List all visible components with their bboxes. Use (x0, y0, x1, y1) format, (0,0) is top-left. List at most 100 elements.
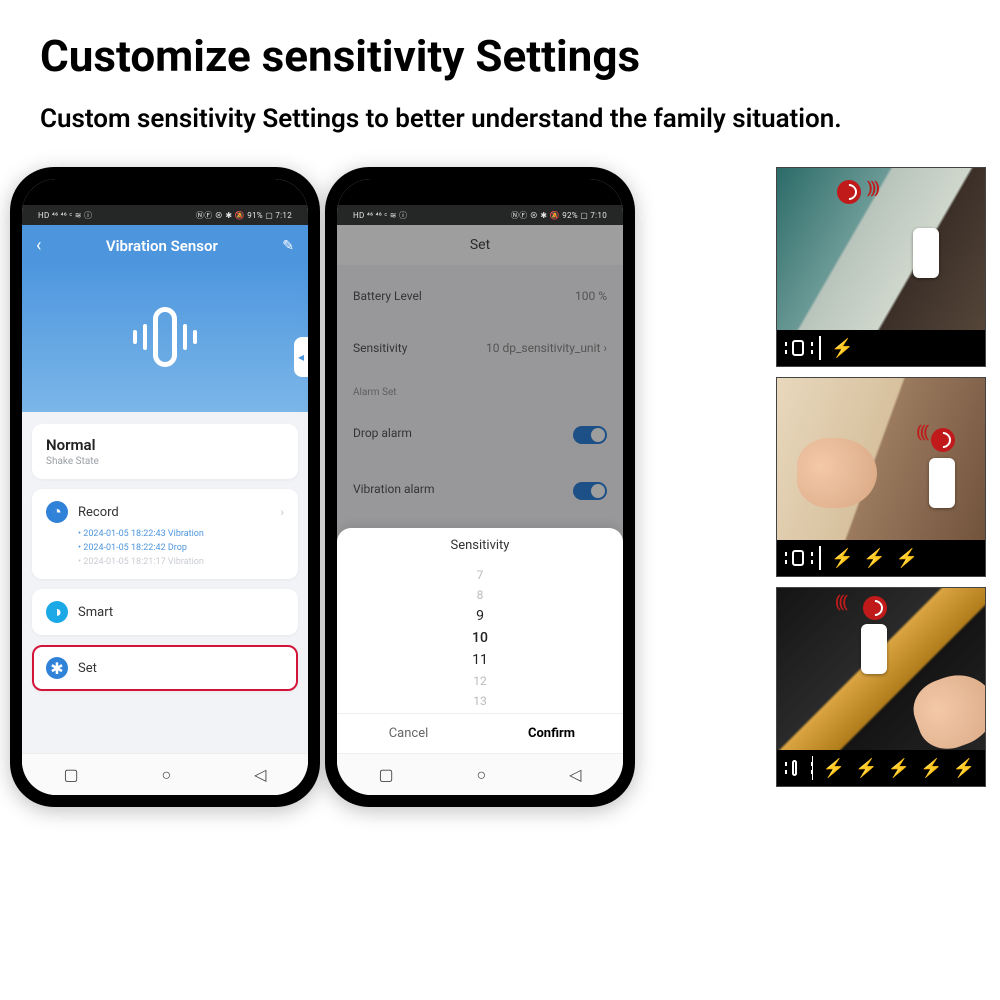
edit-icon[interactable]: ✎ (282, 238, 294, 254)
record-card[interactable]: ◔ Record › 2024-01-05 18:22:43 Vibration… (32, 489, 298, 579)
nav-home-icon[interactable]: ○ (477, 765, 487, 785)
pull-tab[interactable]: ◂ (294, 337, 308, 377)
nav-back-icon[interactable]: ◁ (254, 765, 266, 784)
gear-icon: ✱ (46, 657, 68, 679)
status-left: HD ⁴⁶ ⁴⁶ ᶜ ≋ ⓘ (353, 210, 407, 221)
header-title: Vibration Sensor (106, 237, 218, 255)
hand (797, 438, 877, 508)
sensitivity-picker: Sensitivity 7 8 9 10 11 12 13 Cancel Con… (337, 528, 623, 753)
picker-wheel[interactable]: 7 8 9 10 11 12 13 (337, 563, 623, 713)
signal-waves-icon: ((( (916, 422, 927, 441)
body-area: Normal Shake State ◔ Record › 2024-01-05… (22, 412, 308, 753)
status-bar: HD ⁴⁶ ⁴⁶ ᶜ ≋ ⓘ ⓃⒻ ⊗ ✱ 🔕 92% ▢ 7:10 (337, 205, 623, 225)
battery-label: Battery Level (353, 289, 422, 303)
android-navbar: ▢ ○ ◁ (22, 753, 308, 795)
intensity-strip: ⚡ (777, 330, 985, 366)
sensitivity-row[interactable]: Sensitivity 10 dp_sensitivity_unit › (337, 327, 623, 369)
nav-home-icon[interactable]: ○ (162, 765, 172, 785)
status-bar: HD ⁴⁶ ⁴⁶ ᶜ ≋ ⓘ ⓃⒻ ⊗ ✱ 🔕 91% ▢ 7:12 (22, 205, 308, 225)
vibration-hero-icon (133, 307, 197, 367)
vibrate-icon (787, 337, 809, 359)
set-label: Set (78, 661, 97, 676)
record-label: Record (78, 505, 119, 520)
sensor-device (913, 228, 939, 278)
vibration-alarm-toggle[interactable] (573, 482, 607, 500)
bolt-icon: ⚡ (896, 548, 918, 569)
state-title: Normal (46, 436, 284, 454)
battery-value: 100 % (575, 289, 607, 303)
drop-alarm-label: Drop alarm (353, 426, 412, 444)
bolt-icon: ⚡ (863, 548, 885, 569)
picker-option[interactable]: 7 (477, 568, 484, 582)
picker-option[interactable]: 11 (472, 652, 488, 668)
set-card-highlighted[interactable]: ✱ Set (32, 645, 298, 691)
notch (337, 179, 623, 205)
bolt-icon: ⚡ (823, 758, 845, 779)
back-icon[interactable]: ‹ (36, 235, 41, 256)
phone-2-screen: HD ⁴⁶ ⁴⁶ ᶜ ≋ ⓘ ⓃⒻ ⊗ ✱ 🔕 92% ▢ 7:10 Set B… (337, 179, 623, 795)
sensor-device (929, 458, 955, 508)
zigbee-icon (837, 180, 861, 204)
intensity-strip: ⚡ ⚡ ⚡ (777, 540, 985, 576)
status-right: ⓃⒻ ⊗ ✱ 🔕 91% ▢ 7:12 (196, 210, 292, 221)
status-right: ⓃⒻ ⊗ ✱ 🔕 92% ▢ 7:10 (511, 210, 607, 221)
notch (22, 179, 308, 205)
bolt-icon: ⚡ (831, 338, 853, 359)
thumb-safe: ((( ⚡ ⚡ ⚡ ⚡ ⚡ (776, 587, 986, 787)
picker-option-selected[interactable]: 10 (472, 630, 488, 646)
headline: Customize sensitivity Settings (0, 0, 1000, 92)
bolt-icon: ⚡ (920, 758, 942, 779)
bolt-icon: ⚡ (855, 758, 877, 779)
bolt-icon: ⚡ (888, 758, 910, 779)
hero-area: ◂ (22, 262, 308, 412)
app-header: ‹ Vibration Sensor ✎ (22, 225, 308, 262)
state-card: Normal Shake State (32, 424, 298, 479)
vibration-alarm-label: Vibration alarm (353, 482, 435, 500)
zigbee-icon (863, 596, 887, 620)
smart-icon: ◑ (46, 601, 68, 623)
confirm-button[interactable]: Confirm (480, 714, 623, 753)
phone-2: HD ⁴⁶ ⁴⁶ ᶜ ≋ ⓘ ⓃⒻ ⊗ ✱ 🔕 92% ▢ 7:10 Set B… (325, 167, 635, 807)
battery-row: Battery Level 100 % (337, 275, 623, 317)
nav-recent-icon[interactable]: ▢ (378, 765, 393, 784)
clock-icon: ◔ (46, 501, 68, 523)
nav-back-icon[interactable]: ◁ (569, 765, 581, 784)
thumbnail-column: ))) ⚡ ((( ⚡ ⚡ ⚡ ((( (776, 167, 986, 787)
zigbee-icon (931, 428, 955, 452)
smart-card[interactable]: ◑ Smart (32, 589, 298, 635)
main-canvas: HD ⁴⁶ ⁴⁶ ᶜ ≋ ⓘ ⓃⒻ ⊗ ✱ 🔕 91% ▢ 7:12 ‹ Vib… (0, 157, 1000, 807)
picker-title: Sensitivity (337, 528, 623, 563)
subtext: Custom sensitivity Settings to better un… (0, 92, 1000, 157)
phone-1: HD ⁴⁶ ⁴⁶ ᶜ ≋ ⓘ ⓃⒻ ⊗ ✱ 🔕 91% ▢ 7:12 ‹ Vib… (10, 167, 320, 807)
vibrate-icon (787, 547, 809, 569)
picker-option[interactable]: 12 (473, 674, 487, 688)
signal-waves-icon: ((( (835, 592, 846, 611)
cancel-button[interactable]: Cancel (337, 714, 480, 753)
vibrate-icon (787, 757, 802, 779)
picker-option[interactable]: 13 (473, 694, 487, 708)
picker-option[interactable]: 8 (477, 588, 484, 602)
state-subtitle: Shake State (46, 456, 284, 467)
thumb-window: ))) ⚡ (776, 167, 986, 367)
drop-alarm-toggle[interactable] (573, 426, 607, 444)
set-header: Set (337, 225, 623, 265)
nav-recent-icon[interactable]: ▢ (63, 765, 78, 784)
drop-alarm-row: Drop alarm (337, 412, 623, 458)
sensitivity-value: 10 dp_sensitivity_unit › (486, 341, 607, 355)
vibration-alarm-row: Vibration alarm (337, 468, 623, 514)
sensor-device (861, 624, 887, 674)
picker-option[interactable]: 9 (476, 608, 484, 624)
record-item: 2024-01-05 18:22:42 Drop (78, 543, 284, 553)
bolt-icon: ⚡ (953, 758, 975, 779)
bolt-icon: ⚡ (831, 548, 853, 569)
record-list: 2024-01-05 18:22:43 Vibration 2024-01-05… (78, 529, 284, 567)
signal-waves-icon: ))) (867, 178, 878, 197)
status-left: HD ⁴⁶ ⁴⁶ ᶜ ≋ ⓘ (38, 210, 92, 221)
record-item: 2024-01-05 18:22:43 Vibration (78, 529, 284, 539)
android-navbar: ▢ ○ ◁ (337, 753, 623, 795)
picker-buttons: Cancel Confirm (337, 713, 623, 753)
thumb-door: ((( ⚡ ⚡ ⚡ (776, 377, 986, 577)
alarm-section-label: Alarm Set (337, 379, 623, 402)
sensitivity-label: Sensitivity (353, 341, 407, 355)
chevron-right-icon: › (280, 505, 284, 519)
